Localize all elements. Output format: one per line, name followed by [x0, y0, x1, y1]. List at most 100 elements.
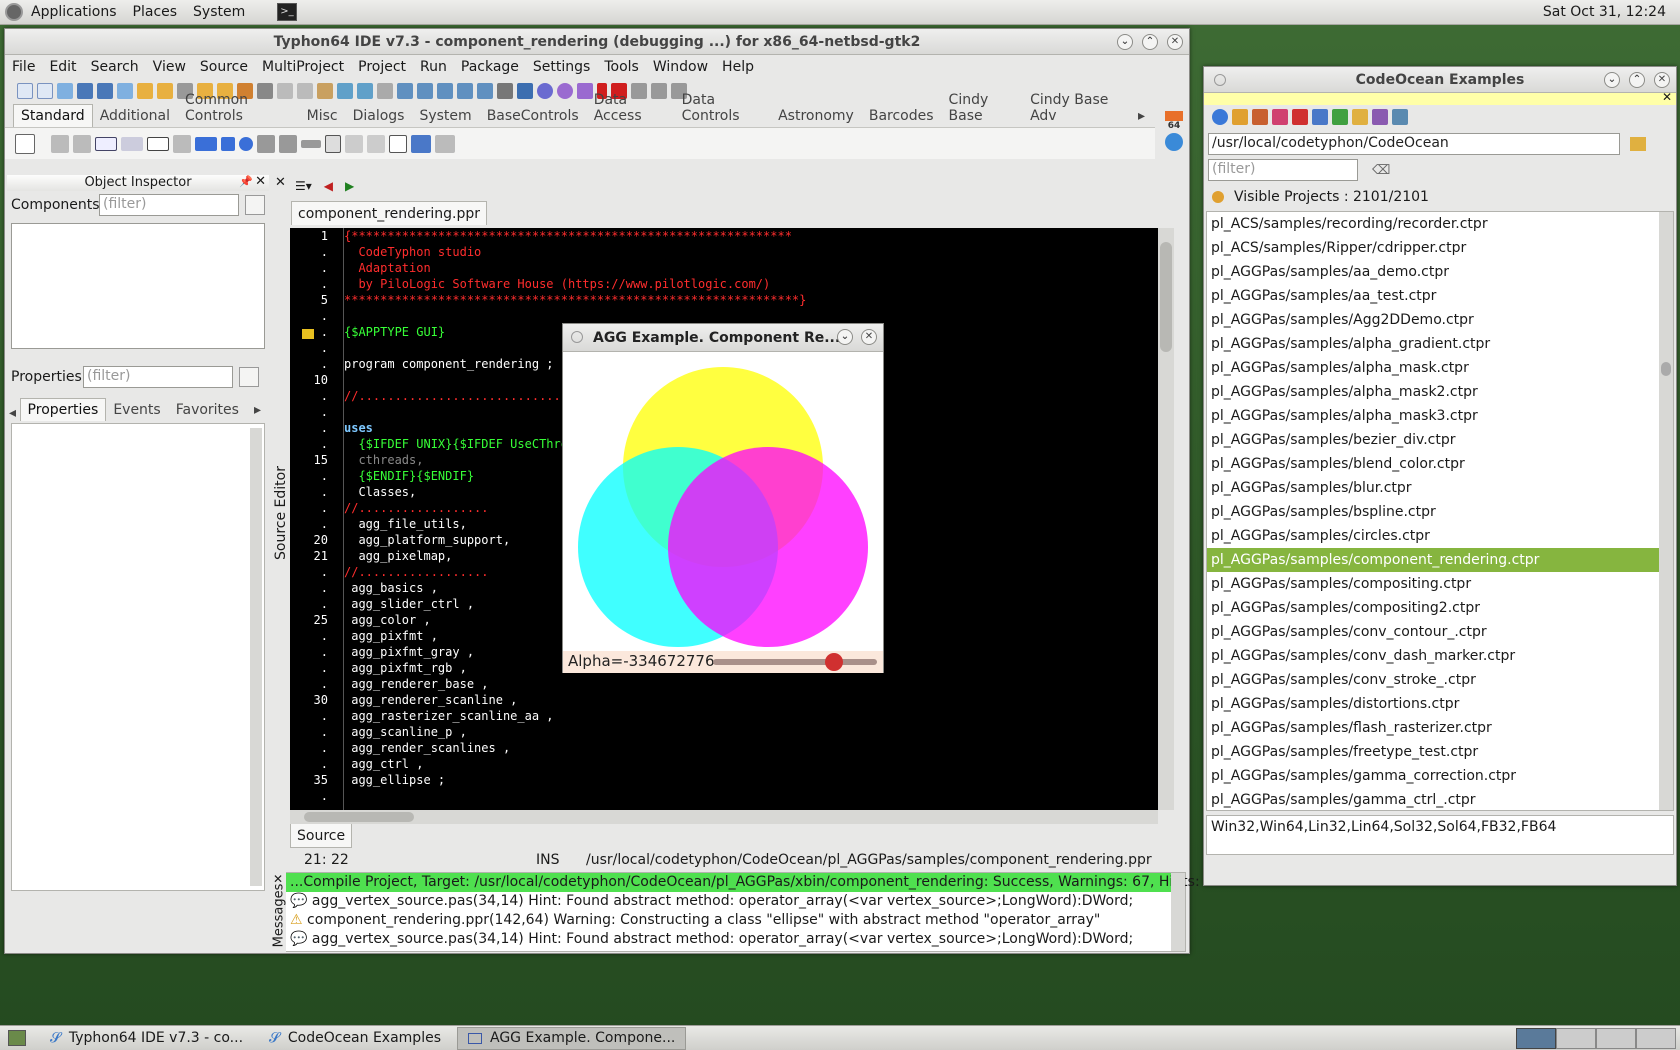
menu-multiproject[interactable]: MultiProject: [255, 59, 351, 75]
message-warning[interactable]: ⚠ component_rendering.ppr(142,64) Warnin…: [286, 911, 1171, 930]
gnome-foot-icon[interactable]: [5, 3, 23, 21]
codeocean-filter-input[interactable]: (filter): [1208, 159, 1358, 181]
menu-settings[interactable]: Settings: [526, 59, 597, 75]
project-item[interactable]: pl_AGGPas/samples/aa_test.ctpr: [1207, 284, 1659, 308]
tab-dialogs[interactable]: Dialogs: [346, 105, 413, 127]
run-project-icon[interactable]: [1332, 109, 1348, 125]
open-icon[interactable]: [57, 83, 73, 99]
tab-order-icon[interactable]: [477, 83, 493, 99]
project-item[interactable]: pl_AGGPas/samples/conv_dash_marker.ctpr: [1207, 644, 1659, 668]
editor-scroll-thumb[interactable]: [1160, 242, 1172, 352]
properties-grid[interactable]: [11, 423, 265, 891]
project-item[interactable]: pl_AGGPas/samples/conv_contour_.ctpr: [1207, 620, 1659, 644]
editor-hscroll-thumb[interactable]: [304, 812, 414, 822]
label-icon[interactable]: [121, 136, 143, 151]
workspace-switcher[interactable]: [1516, 1027, 1676, 1049]
clock[interactable]: Sat Oct 31, 12:24: [1543, 4, 1680, 20]
project-item[interactable]: pl_AGGPas/samples/freetype_test.ctpr: [1207, 740, 1659, 764]
file-tab[interactable]: component_rendering.ppr: [291, 201, 488, 225]
project-item[interactable]: pl_AGGPas/samples/flash_rasterizer.ctpr: [1207, 716, 1659, 740]
tab-events[interactable]: Events: [106, 399, 168, 421]
components-tree[interactable]: [11, 223, 265, 349]
new-file-icon[interactable]: [17, 83, 33, 99]
workspace-2[interactable]: [1556, 1027, 1596, 1049]
menu-run[interactable]: Run: [413, 59, 454, 75]
tab-common-controls[interactable]: Common Controls: [178, 89, 300, 127]
editor-vertical-scrollbar[interactable]: [1158, 228, 1174, 810]
menu-search[interactable]: Search: [84, 59, 146, 75]
size-icon[interactable]: [437, 83, 453, 99]
applications-menu[interactable]: Applications: [23, 4, 125, 20]
code-line[interactable]: by PiloLogic Software House (https://www…: [344, 276, 1138, 292]
save-project-icon[interactable]: [157, 83, 173, 99]
project-list-scrollbar[interactable]: [1659, 212, 1673, 810]
alpha-slider-knob[interactable]: [825, 653, 844, 671]
menu-window[interactable]: Window: [646, 59, 715, 75]
close-file-icon[interactable]: [117, 83, 133, 99]
close-panel-icon[interactable]: ✕: [255, 174, 266, 189]
menu-project[interactable]: Project: [351, 59, 413, 75]
menu-view[interactable]: View: [146, 59, 193, 75]
project-item[interactable]: pl_AGGPas/samples/conv_stroke_.ctpr: [1207, 668, 1659, 692]
task-ide[interactable]: 𝓢 Typhon64 IDE v7.3 - co...: [40, 1027, 253, 1050]
project-item[interactable]: pl_AGGPas/samples/circles.ctpr: [1207, 524, 1659, 548]
close-banner-icon[interactable]: ✕: [1662, 90, 1672, 104]
togglebox-icon[interactable]: [195, 136, 217, 151]
message-hint[interactable]: 💬 agg_vertex_source.pas(34,14) Hint: Fou…: [286, 930, 1171, 949]
platforms-field[interactable]: Win32,Win64,Lin32,Lin64,Sol32,Sol64,FB32…: [1206, 815, 1674, 855]
clean-icon[interactable]: [1292, 109, 1308, 125]
forward-icon[interactable]: ▶: [345, 179, 354, 193]
inspector-tabs-right-icon[interactable]: ▸: [247, 399, 269, 421]
project-item[interactable]: pl_AGGPas/samples/component_rendering.ct…: [1207, 548, 1659, 572]
actionlist-icon[interactable]: [435, 134, 455, 153]
code-line[interactable]: ****************************************…: [344, 292, 1138, 308]
codeocean-titlebar[interactable]: CodeOcean Examples ⌄ ⌃ ✕: [1204, 67, 1676, 93]
tab-additional[interactable]: Additional: [93, 105, 178, 127]
project-item[interactable]: pl_AGGPas/samples/alpha_gradient.ctpr: [1207, 332, 1659, 356]
code-line[interactable]: agg_rasterizer_scanline_aa ,: [344, 708, 1138, 724]
browse-folder-icon[interactable]: [1630, 137, 1646, 151]
properties-scrollbar[interactable]: [250, 428, 262, 886]
project-item[interactable]: pl_AGGPas/samples/bspline.ctpr: [1207, 500, 1659, 524]
open-in-ide-icon[interactable]: [1272, 109, 1288, 125]
messages-scrollbar[interactable]: [1171, 873, 1185, 951]
tab-scroll-right-icon[interactable]: ▸: [1131, 105, 1153, 127]
agg-canvas[interactable]: [563, 352, 883, 652]
components-filter-input[interactable]: (filter): [99, 194, 239, 216]
agg-window-menu-icon[interactable]: [571, 331, 583, 343]
tab-data-access[interactable]: Data Access: [587, 89, 675, 127]
gear-icon[interactable]: [537, 83, 553, 99]
code-line[interactable]: agg_ctrl ,: [344, 756, 1138, 772]
project-item[interactable]: pl_AGGPas/samples/bezier_div.ctpr: [1207, 428, 1659, 452]
alpha-slider[interactable]: Alpha=-334672776: [563, 651, 883, 673]
task-agg[interactable]: AGG Example. Compone...: [457, 1026, 687, 1050]
monitor-icon[interactable]: [517, 83, 533, 99]
radiogroup-icon[interactable]: [345, 134, 363, 153]
menu-source[interactable]: Source: [193, 59, 255, 75]
layout-icon[interactable]: [377, 83, 393, 99]
distribute-icon[interactable]: [417, 83, 433, 99]
tab-standard[interactable]: Standard: [13, 104, 93, 127]
project-item[interactable]: pl_ACS/samples/recording/recorder.ctpr: [1207, 212, 1659, 236]
project-list-scroll-thumb[interactable]: [1661, 362, 1671, 376]
project-item[interactable]: pl_AGGPas/samples/compositing2.ctpr: [1207, 596, 1659, 620]
editor-horizontal-scrollbar[interactable]: [290, 810, 1158, 824]
codeocean-path-input[interactable]: /usr/local/codetyphon/CodeOcean: [1208, 133, 1620, 155]
workspace-4[interactable]: [1636, 1027, 1676, 1049]
checkbox-icon[interactable]: [221, 136, 235, 151]
panel-icon[interactable]: [389, 134, 407, 153]
tab-barcodes[interactable]: Barcodes: [862, 105, 942, 127]
agg-titlebar[interactable]: AGG Example. Component Re... ⌄ ✕: [563, 324, 883, 352]
save-icon[interactable]: [77, 83, 93, 99]
scale-icon[interactable]: [457, 83, 473, 99]
terminal-launcher-icon[interactable]: >_: [277, 3, 298, 21]
code-line[interactable]: agg_ellipse ;: [344, 772, 1138, 788]
frame-icon[interactable]: [411, 134, 431, 153]
code-line[interactable]: {***************************************…: [344, 228, 1138, 244]
tab-system[interactable]: System: [412, 105, 479, 127]
listbox-icon[interactable]: [257, 134, 275, 153]
cut-icon[interactable]: [497, 83, 513, 99]
agg-minimize-icon[interactable]: ⌄: [837, 329, 853, 345]
message-hint[interactable]: 💬 agg_vertex_source.pas(34,14) Hint: Fou…: [286, 892, 1171, 911]
tab-cindy-base[interactable]: Cindy Base: [942, 89, 1024, 127]
